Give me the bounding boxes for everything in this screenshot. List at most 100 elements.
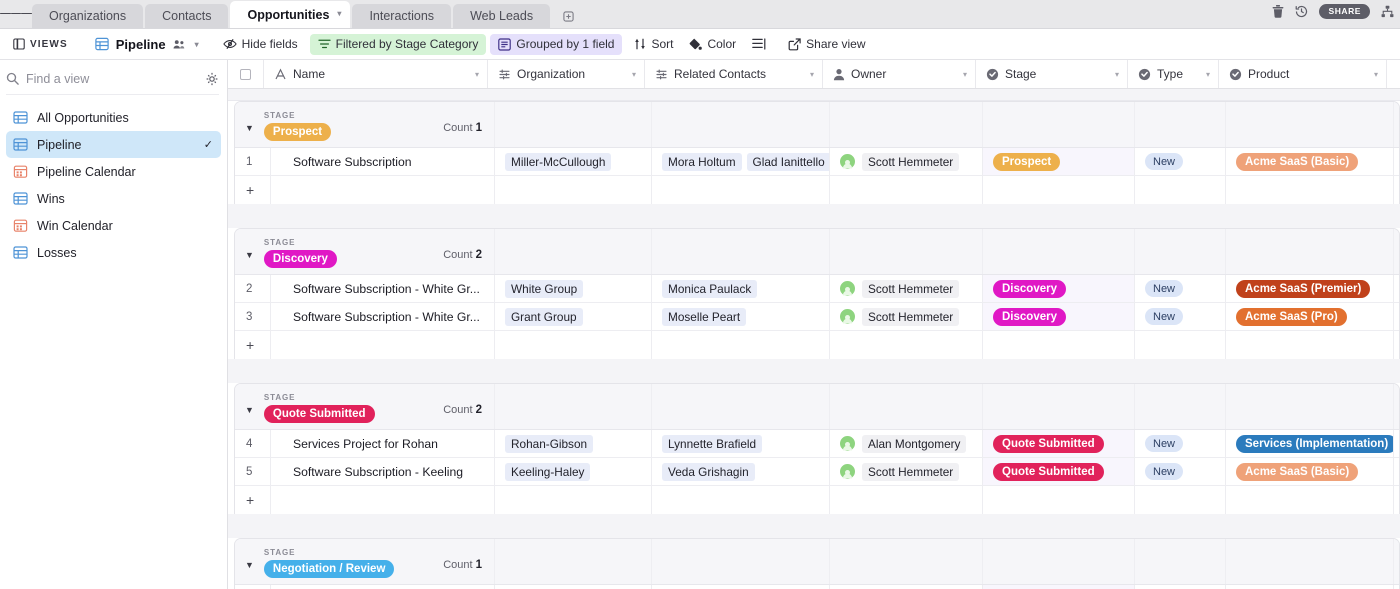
cell-name[interactable]: Software Subscription - Keeling <box>271 458 495 485</box>
group-button[interactable]: Grouped by 1 field <box>490 33 623 55</box>
cell-organization[interactable]: White Group <box>495 275 652 302</box>
chevron-down-icon[interactable]: ▾ <box>1115 70 1119 79</box>
organization-chip[interactable]: White Group <box>505 279 584 298</box>
add-record-button[interactable]: + <box>235 331 271 359</box>
table-row[interactable]: 2 Software Subscription - White Gr... Whit… <box>235 275 1399 303</box>
owner-name[interactable]: Scott Hemmeter <box>862 279 960 298</box>
group-collapse-toggle[interactable]: ▼ <box>245 560 254 570</box>
row-number[interactable]: 2 <box>235 275 271 302</box>
cell-related-contacts[interactable]: Veda Grishagin <box>652 458 830 485</box>
hide-fields-button[interactable]: Hide fields <box>215 34 306 55</box>
cell-stage[interactable]: Quote Submitted <box>983 430 1135 457</box>
row-number[interactable]: 4 <box>235 430 271 457</box>
tab-organizations[interactable]: Organizations <box>32 4 144 28</box>
cell-type[interactable]: New <box>1135 430 1226 457</box>
column-header-stage[interactable]: Stage ▾ <box>976 60 1128 88</box>
cell-organization[interactable]: Grant Group <box>495 303 652 330</box>
cell-stage[interactable]: Quote Submitted <box>983 458 1135 485</box>
org-chart-icon[interactable] <box>1381 5 1394 18</box>
add-record-button[interactable]: + <box>235 176 271 204</box>
cell-owner[interactable]: Scott Hemmeter <box>830 458 983 485</box>
sort-button[interactable]: Sort <box>626 34 681 55</box>
group-collapse-toggle[interactable]: ▼ <box>245 123 254 133</box>
plus-icon[interactable]: + <box>235 493 254 507</box>
sidebar-item-wins[interactable]: Wins <box>6 185 221 212</box>
table-row[interactable]: 6Software Subscription - ThielThiel LLCM… <box>235 585 1399 589</box>
add-record-button[interactable]: + <box>235 486 271 514</box>
owner-name[interactable]: Scott Hemmeter <box>862 152 960 171</box>
add-tab-icon[interactable] <box>555 4 581 28</box>
tab-opportunities[interactable]: Opportunities ▾ <box>230 1 351 28</box>
owner-name[interactable]: Alan Montgomery <box>862 434 967 453</box>
cell-product[interactable]: Acme SaaS (Premier) <box>1226 275 1394 302</box>
organization-chip[interactable]: Grant Group <box>505 307 583 326</box>
plus-icon[interactable]: + <box>235 183 254 197</box>
organization-chip[interactable]: Keeling-Haley <box>505 462 591 481</box>
row-number[interactable]: 1 <box>235 148 271 175</box>
tab-contacts[interactable]: Contacts <box>145 4 229 28</box>
table-row[interactable]: 5 Software Subscription - Keeling Keeling-… <box>235 458 1399 486</box>
cell-related-contacts[interactable]: Mora Holtum Glad Ianittello <box>652 148 830 175</box>
cell-name[interactable]: Software Subscription - Thiel <box>271 585 495 589</box>
cell-type[interactable]: New <box>1135 585 1226 589</box>
view-caret-icon[interactable]: ▾ <box>195 40 199 49</box>
chevron-down-icon[interactable]: ▾ <box>810 70 814 79</box>
cell-name[interactable]: Services Project for Rohan <box>271 430 495 457</box>
chevron-down-icon[interactable]: ▾ <box>632 70 636 79</box>
cell-related-contacts[interactable]: Monica Paulack <box>652 275 830 302</box>
contact-chip[interactable]: Mora Holtum <box>662 152 742 171</box>
contact-chip[interactable]: Veda Grishagin <box>662 462 755 481</box>
cell-stage[interactable]: Discovery <box>983 303 1135 330</box>
sidebar-item-pipeline-calendar[interactable]: Pipeline Calendar <box>6 158 221 185</box>
cell-owner[interactable]: Scott Hemmeter <box>830 303 983 330</box>
cell-related-contacts[interactable]: Morgan Jewell <box>652 585 830 589</box>
cell-name[interactable]: Software Subscription - White Gr... <box>271 303 495 330</box>
column-header-product[interactable]: Product ▾ <box>1219 60 1387 88</box>
cell-product[interactable]: Acme SaaS (Basic) <box>1226 458 1394 485</box>
plus-icon[interactable]: + <box>235 338 254 352</box>
cell-organization[interactable]: Miller-McCullough <box>495 148 652 175</box>
cell-product[interactable]: Acme SaaS (Basic) <box>1226 148 1394 175</box>
trash-icon[interactable] <box>1272 4 1284 18</box>
chevron-down-icon[interactable]: ▾ <box>1374 70 1378 79</box>
cell-stage[interactable]: Negotiation / Review <box>983 585 1135 589</box>
cell-related-contacts[interactable]: Lynnette Brafield <box>652 430 830 457</box>
hamburger-menu-icon[interactable] <box>0 0 33 28</box>
sidebar-item-all-opportunities[interactable]: All Opportunities <box>6 104 221 131</box>
cell-name[interactable]: Software Subscription <box>271 148 495 175</box>
select-all-checkbox[interactable] <box>240 68 251 80</box>
chevron-down-icon[interactable]: ▾ <box>1206 70 1210 79</box>
cell-owner[interactable]: Scott Hemmeter <box>830 275 983 302</box>
cell-organization[interactable]: Thiel LLC <box>495 585 652 589</box>
chevron-down-icon[interactable]: ▾ <box>475 70 479 79</box>
tab-web-leads[interactable]: Web Leads <box>453 4 551 28</box>
cell-owner[interactable]: Alan Montgomery <box>830 430 983 457</box>
gear-icon[interactable] <box>205 72 219 86</box>
cell-type[interactable]: New <box>1135 458 1226 485</box>
row-number[interactable]: 3 <box>235 303 271 330</box>
table-row[interactable]: 3 Software Subscription - White Gr... Gran… <box>235 303 1399 331</box>
column-header-related_contacts[interactable]: Related Contacts ▾ <box>645 60 823 88</box>
filter-button[interactable]: Filtered by Stage Category <box>309 33 487 55</box>
color-button[interactable]: Color <box>681 34 744 55</box>
cell-product[interactable]: Acme SaaS (Pro) <box>1226 585 1394 589</box>
history-icon[interactable] <box>1295 5 1308 18</box>
chevron-down-icon[interactable]: ▾ <box>337 9 341 18</box>
current-view-button[interactable]: Pipeline ▾ <box>87 34 207 55</box>
share-button[interactable]: SHARE <box>1319 3 1370 19</box>
cell-related-contacts[interactable]: Moselle Peart <box>652 303 830 330</box>
column-header-organization[interactable]: Organization ▾ <box>488 60 645 88</box>
owner-name[interactable]: Scott Hemmeter <box>862 462 960 481</box>
contact-chip[interactable]: Glad Ianittello <box>746 152 829 171</box>
cell-type[interactable]: New <box>1135 303 1226 330</box>
chevron-down-icon[interactable]: ▾ <box>963 70 967 79</box>
contact-chip[interactable]: Monica Paulack <box>662 279 758 298</box>
table-row[interactable]: 4 Services Project for Rohan Rohan-Gibson L… <box>235 430 1399 458</box>
views-toggle-button[interactable]: VIEWS <box>5 34 79 55</box>
add-record-row[interactable]: + <box>235 176 1399 204</box>
column-header-owner[interactable]: Owner ▾ <box>823 60 976 88</box>
cell-organization[interactable]: Keeling-Haley <box>495 458 652 485</box>
group-collapse-toggle[interactable]: ▼ <box>245 405 254 415</box>
row-number[interactable]: 6 <box>235 585 271 589</box>
group-collapse-toggle[interactable]: ▼ <box>245 250 254 260</box>
